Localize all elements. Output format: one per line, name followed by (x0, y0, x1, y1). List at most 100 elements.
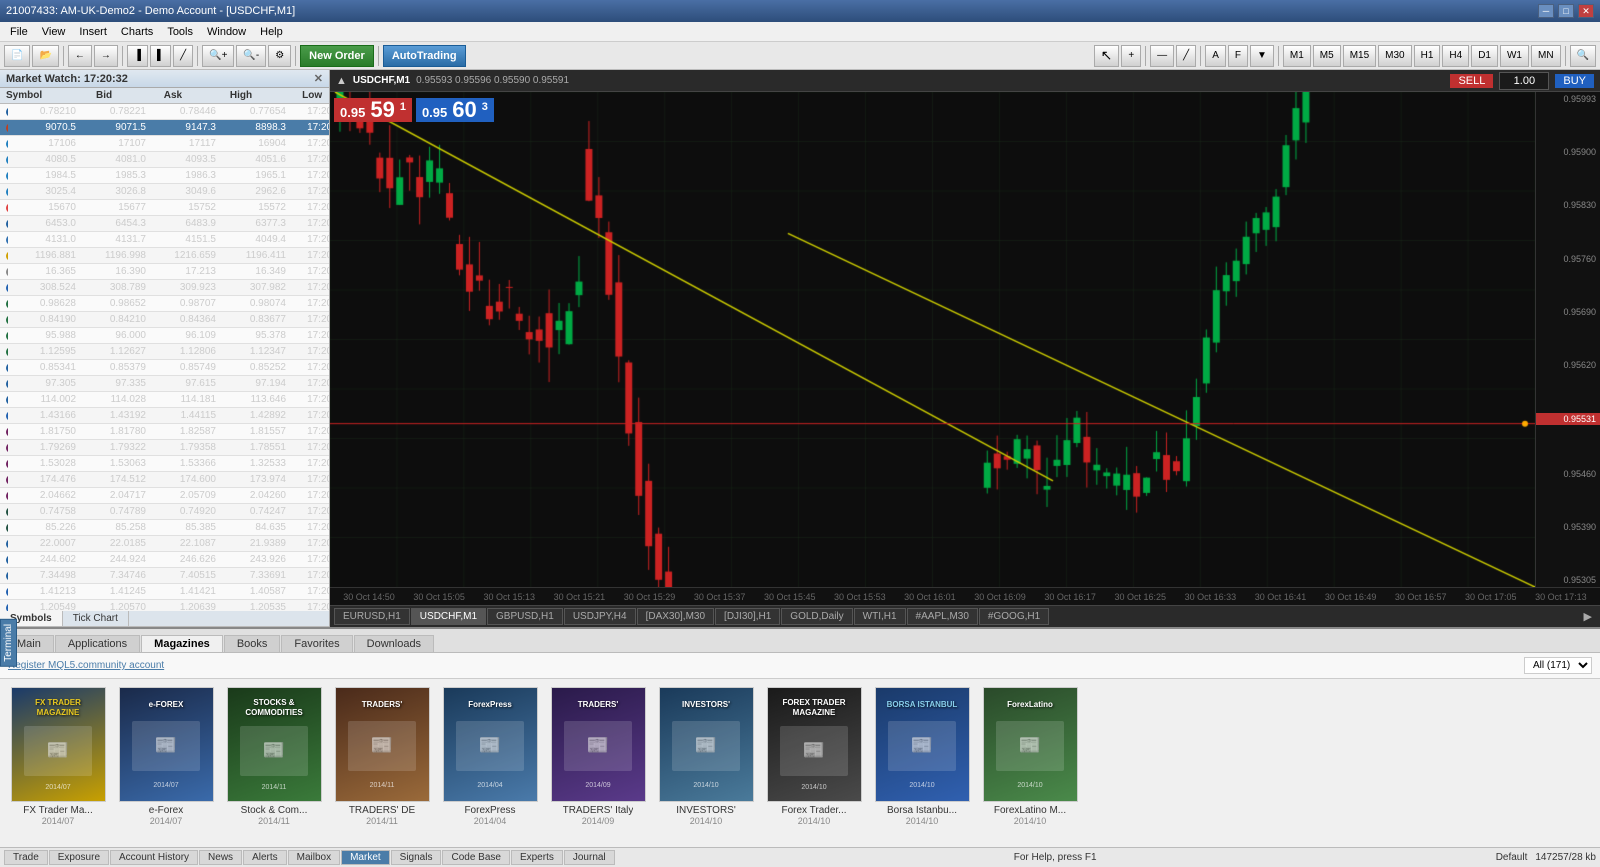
market-watch-row[interactable]: AUDCAD 0.98628 0.98652 0.98707 0.98074 1… (0, 296, 329, 312)
chart-tab-wti-h1[interactable]: WTI,H1 (854, 608, 906, 625)
tf-m30-toolbar[interactable]: M30 (1378, 45, 1411, 67)
market-watch-row[interactable]: [DJS0] 17106 17107 17117 16904 17:20:31 (0, 136, 329, 152)
market-watch-row[interactable]: NZDCHF 0.74758 0.74789 0.74920 0.74247 1… (0, 504, 329, 520)
status-tab-mailbox[interactable]: Mailbox (288, 850, 340, 865)
sell-price-box[interactable]: 0.95 59 1 (334, 98, 412, 122)
status-tab-exposure[interactable]: Exposure (49, 850, 109, 865)
more-tools-button[interactable]: ▼ (1250, 45, 1274, 67)
bottom-tab-favorites[interactable]: Favorites (281, 635, 352, 652)
maximize-button[interactable]: □ (1558, 4, 1574, 18)
market-watch-row[interactable]: [FTSE100] 6453.0 6454.3 6483.9 6377.3 17… (0, 216, 329, 232)
market-watch-row[interactable]: [STOXX50] 3025.4 3026.8 3049.6 2962.6 17… (0, 184, 329, 200)
properties-button[interactable]: ⚙ (268, 45, 291, 67)
zoom-in-button[interactable]: 🔍+ (202, 45, 234, 67)
status-tab-market[interactable]: Market (341, 850, 390, 865)
chart-tab-eurusd-h1[interactable]: EURUSD,H1 (334, 608, 410, 625)
forward-button[interactable]: → (94, 45, 118, 67)
market-watch-row[interactable]: GBPCHF 1.53028 1.53063 1.53366 1.32533 1… (0, 456, 329, 472)
status-tab-code-base[interactable]: Code Base (442, 850, 509, 865)
chart-line-button[interactable]: ╱ (173, 45, 193, 67)
text-button[interactable]: A (1205, 45, 1226, 67)
chart-tab-[dji30]-h1[interactable]: [DJI30],H1 (715, 608, 780, 625)
chart-tab-gbpusd-h1[interactable]: GBPUSD,H1 (487, 608, 563, 625)
menu-file[interactable]: File (4, 25, 34, 39)
terminal-tab[interactable]: Terminal (0, 619, 17, 667)
fib-button[interactable]: F (1228, 45, 1248, 67)
chart-tabs-scroll-right[interactable]: ▶ (1580, 610, 1596, 623)
chart-candle-button[interactable]: ▌ (150, 45, 171, 67)
chart-tab-[dax30]-m30[interactable]: [DAX30],M30 (637, 608, 714, 625)
cursor-button[interactable]: ↖ (1094, 45, 1120, 67)
register-link[interactable]: Register MQL5.community account (8, 660, 164, 671)
chart-bar-button[interactable]: ▐ (127, 45, 148, 67)
chart-tab-gold-daily[interactable]: GOLD,Daily (781, 608, 852, 625)
crosshair-button[interactable]: + (1121, 45, 1141, 67)
close-button[interactable]: ✕ (1578, 4, 1594, 18)
tf-w1-toolbar[interactable]: W1 (1500, 45, 1529, 67)
market-watch-row[interactable]: USDCZK 22.0007 22.0185 22.1087 21.9389 1… (0, 536, 329, 552)
status-tab-trade[interactable]: Trade (4, 850, 48, 865)
status-tab-account-history[interactable]: Account History (110, 850, 198, 865)
sell-button[interactable]: SELL (1450, 74, 1493, 88)
menu-tools[interactable]: Tools (161, 25, 199, 39)
tf-mn-toolbar[interactable]: MN (1531, 45, 1561, 67)
magazine-item[interactable]: FOREX TRADER MAGAZINE 📰 2014/10 Forex Tr… (764, 687, 864, 826)
chart-tab-usdjpy-h4[interactable]: USDJPY,H4 (564, 608, 636, 625)
hline-button[interactable]: — (1150, 45, 1174, 67)
market-watch-row[interactable]: EURHUF 308.524 308.789 309.923 307.982 1… (0, 280, 329, 296)
status-tab-news[interactable]: News (199, 850, 242, 865)
buy-price-box[interactable]: 0.95 60 3 (416, 98, 494, 122)
magazine-item[interactable]: e-FOREX 📰 2014/07 e-Forex 2014/07 (116, 687, 216, 826)
menu-charts[interactable]: Charts (115, 25, 159, 39)
zoom-out-button[interactable]: 🔍- (236, 45, 266, 67)
market-watch-row[interactable]: AUDCHF 0.84190 0.84210 0.84364 0.83677 1… (0, 312, 329, 328)
status-tab-experts[interactable]: Experts (511, 850, 563, 865)
magazine-item[interactable]: BORSA ISTANBUL 📰 2014/10 Borsa Istanbu..… (872, 687, 972, 826)
bottom-tab-applications[interactable]: Applications (55, 635, 140, 652)
chart-canvas[interactable] (330, 92, 1535, 587)
magazine-item[interactable]: STOCKS & COMMODITIES 📰 2014/11 Stock & C… (224, 687, 324, 826)
tf-m15-toolbar[interactable]: M15 (1343, 45, 1376, 67)
market-watch-row[interactable]: CADCHF 0.85341 0.85379 0.85749 0.85252 1… (0, 360, 329, 376)
magazine-item[interactable]: ForexLatino 📰 2014/10 ForexLatino M... 2… (980, 687, 1080, 826)
tf-h1-toolbar[interactable]: H1 (1414, 45, 1441, 67)
market-watch-row[interactable]: CADJPY 97.305 97.335 97.615 97.194 17:20… (0, 376, 329, 392)
magazine-item[interactable]: TRADERS' 📰 2014/11 TRADERS' DE 2014/11 (332, 687, 432, 826)
buy-button[interactable]: BUY (1555, 74, 1594, 88)
tline-button[interactable]: ╱ (1176, 45, 1196, 67)
market-watch-row[interactable]: AUDJPY 95.988 96.000 96.109 95.378 17:20… (0, 328, 329, 344)
market-watch-close[interactable]: ✕ (314, 72, 323, 85)
autotrading-button[interactable]: AutoTrading (383, 45, 466, 67)
back-button[interactable]: ← (68, 45, 92, 67)
open-button[interactable]: 📂 (32, 45, 58, 67)
market-watch-row[interactable]: [NQ100] 4080.5 4081.0 4093.5 4051.6 17:2… (0, 152, 329, 168)
tf-m5-toolbar[interactable]: M5 (1313, 45, 1341, 67)
market-watch-row[interactable]: EURAUD 1.43166 1.43192 1.44115 1.42892 1… (0, 408, 329, 424)
market-watch-row[interactable]: GBPAUD 1.81750 1.81780 1.82587 1.81557 1… (0, 424, 329, 440)
status-tab-alerts[interactable]: Alerts (243, 850, 287, 865)
magazine-filter[interactable]: All (171) (1524, 657, 1592, 674)
market-watch-row[interactable]: EURCAD 1.41213 1.41245 1.41421 1.40587 1… (0, 584, 329, 600)
market-watch-row[interactable]: GBPJPY 174.476 174.512 174.600 173.974 1… (0, 472, 329, 488)
market-watch-row[interactable]: AUDNZD 1.12595 1.12627 1.12806 1.12347 1… (0, 344, 329, 360)
menu-insert[interactable]: Insert (73, 25, 113, 39)
search-button[interactable]: 🔍 (1570, 45, 1596, 67)
chart-tab-#goog-h1[interactable]: #GOOG,H1 (979, 608, 1049, 625)
market-watch-row[interactable]: NZDJPY 85.226 85.258 85.385 84.635 17:20… (0, 520, 329, 536)
market-watch-row[interactable]: CHFJPY 114.002 114.028 114.181 113.646 1… (0, 392, 329, 408)
market-watch-row[interactable]: GBPNZD 2.04662 2.04717 2.05709 2.04260 1… (0, 488, 329, 504)
qty-input[interactable] (1499, 72, 1549, 90)
menu-view[interactable]: View (36, 25, 72, 39)
tf-h4-toolbar[interactable]: H4 (1442, 45, 1469, 67)
market-watch-row[interactable]: EURCHF 1.20549 1.20570 1.20639 1.20535 1… (0, 600, 329, 611)
magazine-item[interactable]: INVESTORS' 📰 2014/10 INVESTORS' 2014/10 (656, 687, 756, 826)
market-watch-row[interactable]: GBPCAD 1.79269 1.79322 1.79358 1.78551 1… (0, 440, 329, 456)
market-watch-row[interactable]: USDSEK 7.34498 7.34746 7.40515 7.33691 1… (0, 568, 329, 584)
mw-tab-tick[interactable]: Tick Chart (63, 611, 129, 626)
status-tab-signals[interactable]: Signals (391, 850, 442, 865)
status-tab-journal[interactable]: Journal (564, 850, 615, 865)
bottom-tab-downloads[interactable]: Downloads (354, 635, 434, 652)
magazine-item[interactable]: TRADERS' 📰 2014/09 TRADERS' Italy 2014/0… (548, 687, 648, 826)
market-watch-row[interactable]: [SP500] 1984.5 1985.3 1986.3 1965.1 17:2… (0, 168, 329, 184)
tf-m1-toolbar[interactable]: M1 (1283, 45, 1311, 67)
